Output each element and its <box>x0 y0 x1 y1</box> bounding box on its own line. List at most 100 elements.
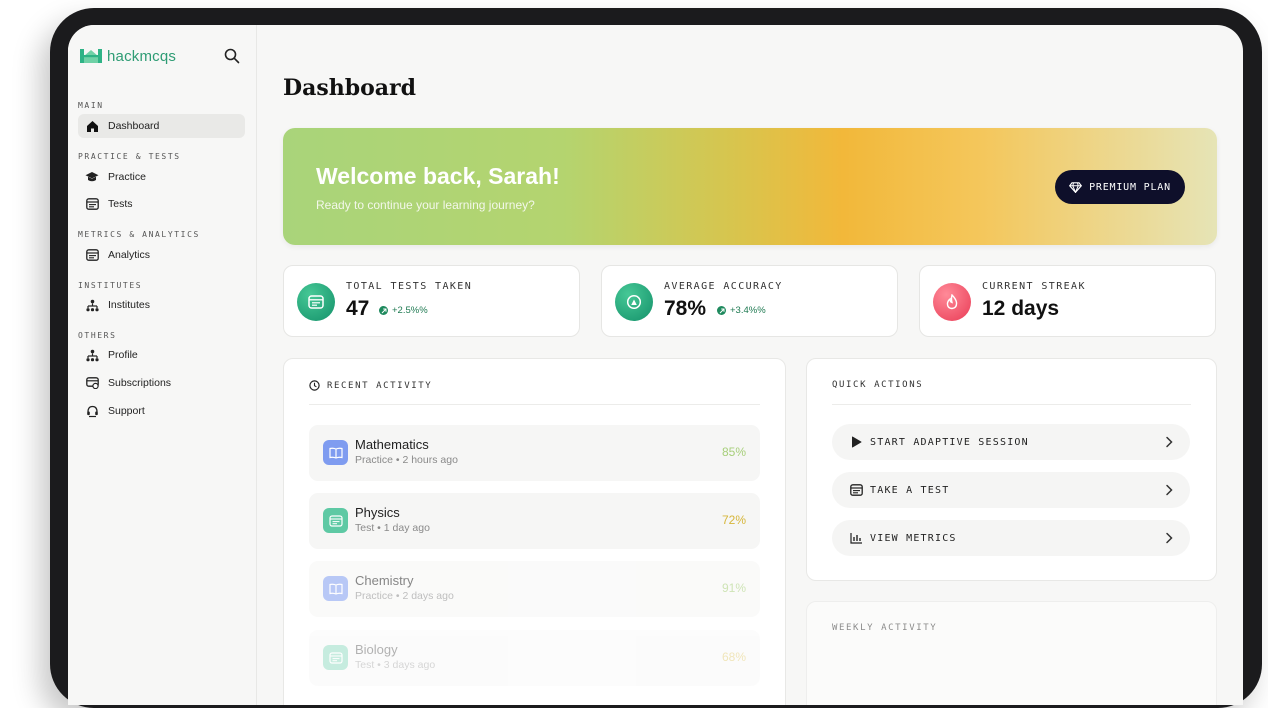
page-title: Dashboard <box>283 75 416 101</box>
activity-row-physics[interactable]: Physics Test • 1 day ago 72% <box>309 493 760 549</box>
book-icon <box>323 440 348 465</box>
activity-meta: Practice • 2 days ago <box>355 590 454 602</box>
nav-section-metrics: METRICS & ANALYTICS <box>78 230 200 239</box>
stat-card-average-accuracy: AVERAGE ACCURACY 78% +3.4%% <box>601 265 898 337</box>
activity-row-chemistry[interactable]: Chemistry Practice • 2 days ago 91% <box>309 561 760 617</box>
welcome-title: Welcome back, Sarah! <box>316 163 560 189</box>
weekly-activity-panel: WEEKLY ACTIVITY <box>806 601 1217 705</box>
stat-value: 78% <box>664 297 707 320</box>
sidebar-item-subscriptions[interactable]: Subscriptions <box>78 371 245 395</box>
quick-action-label: VIEW METRICS <box>870 532 957 544</box>
test-sheet-icon <box>297 283 335 321</box>
sidebar-item-analytics[interactable]: Analytics <box>78 243 245 267</box>
test-sheet-icon <box>849 483 863 497</box>
activity-subject: Chemistry <box>355 573 414 588</box>
recent-activity-panel: RECENT ACTIVITY Mathematics Practice • 2… <box>283 358 786 705</box>
activity-subject: Mathematics <box>355 437 429 452</box>
chevron-right-icon <box>1166 484 1173 496</box>
flame-icon <box>933 283 971 321</box>
take-a-test-button[interactable]: TAKE A TEST <box>832 472 1190 508</box>
sidebar-item-label: Tests <box>108 198 133 210</box>
brand-name: hackmcqs <box>107 47 177 65</box>
stat-label: CURRENT STREAK <box>982 281 1086 292</box>
analytics-icon <box>85 248 99 262</box>
sidebar-item-label: Dashboard <box>108 120 160 132</box>
chevron-right-icon <box>1166 436 1173 448</box>
stat-delta: +2.5%% <box>379 305 428 316</box>
app-screen: hackmcqs MAIN Dashboard PRACTICE & TESTS… <box>68 25 1243 705</box>
subscriptions-icon <box>85 376 99 390</box>
activity-score: 85% <box>721 445 746 459</box>
sidebar-item-label: Institutes <box>108 299 151 311</box>
activity-row-biology[interactable]: Biology Test • 3 days ago 68% <box>309 630 760 686</box>
trend-up-icon <box>379 306 388 315</box>
book-icon <box>323 576 348 601</box>
bar-chart-icon <box>849 531 863 545</box>
welcome-banner: Welcome back, Sarah! Ready to continue y… <box>283 128 1217 245</box>
stat-label: TOTAL TESTS TAKEN <box>346 281 473 292</box>
stat-value: 12 days <box>982 297 1060 320</box>
brand[interactable]: hackmcqs <box>80 45 176 67</box>
quick-actions-title: QUICK ACTIONS <box>832 380 924 390</box>
nav-section-main: MAIN <box>78 101 104 110</box>
nav-section-practice: PRACTICE & TESTS <box>78 152 181 161</box>
activity-row-mathematics[interactable]: Mathematics Practice • 2 hours ago 85% <box>309 425 760 481</box>
divider <box>832 404 1191 405</box>
diamond-icon <box>1069 181 1083 193</box>
main-content: Dashboard Welcome back, Sarah! Ready to … <box>258 25 1243 705</box>
quick-action-label: START ADAPTIVE SESSION <box>870 436 1029 448</box>
home-icon <box>85 119 99 133</box>
sidebar-item-label: Analytics <box>108 249 151 261</box>
premium-plan-label: PREMIUM PLAN <box>1089 181 1171 193</box>
gauge-icon <box>615 283 653 321</box>
chevron-right-icon <box>1166 532 1173 544</box>
welcome-subtitle: Ready to continue your learning journey? <box>316 198 535 212</box>
stat-value: 47 <box>346 297 370 320</box>
recent-activity-title: RECENT ACTIVITY <box>327 380 433 391</box>
play-icon <box>849 435 863 449</box>
trend-up-icon <box>717 306 726 315</box>
sidebar-item-support[interactable]: Support <box>78 399 245 423</box>
sidebar-item-label: Subscriptions <box>108 377 172 389</box>
stat-card-total-tests: TOTAL TESTS TAKEN 47 +2.5%% <box>283 265 580 337</box>
sidebar-item-tests[interactable]: Tests <box>78 192 245 216</box>
sidebar: hackmcqs MAIN Dashboard PRACTICE & TESTS… <box>68 25 257 705</box>
activity-meta: Practice • 2 hours ago <box>355 454 458 466</box>
stat-card-current-streak: CURRENT STREAK 12 days <box>919 265 1216 337</box>
divider <box>309 404 760 405</box>
sidebar-item-label: Profile <box>108 349 138 361</box>
sidebar-item-dashboard[interactable]: Dashboard <box>78 114 245 138</box>
start-adaptive-session-button[interactable]: START ADAPTIVE SESSION <box>832 424 1190 460</box>
profile-icon <box>85 348 99 362</box>
activity-score: 68% <box>721 650 746 664</box>
stat-delta-value: +2.5%% <box>392 305 428 316</box>
sidebar-item-profile[interactable]: Profile <box>78 343 245 367</box>
activity-subject: Biology <box>355 642 398 657</box>
sidebar-item-label: Practice <box>108 171 146 183</box>
quick-actions-panel: QUICK ACTIONS START ADAPTIVE SESSION TAK… <box>806 358 1217 581</box>
stat-delta-value: +3.4%% <box>730 305 766 316</box>
clock-icon <box>309 380 320 391</box>
nav-section-institutes: INSTITUTES <box>78 281 143 290</box>
view-metrics-button[interactable]: VIEW METRICS <box>832 520 1190 556</box>
sidebar-item-institutes[interactable]: Institutes <box>78 293 245 317</box>
activity-meta: Test • 1 day ago <box>355 522 430 534</box>
institute-icon <box>85 298 99 312</box>
logo-icon <box>80 49 102 63</box>
premium-plan-button[interactable]: PREMIUM PLAN <box>1055 170 1185 204</box>
test-sheet-icon <box>85 197 99 211</box>
stat-delta: +3.4%% <box>717 305 766 316</box>
recent-activity-heading: RECENT ACTIVITY <box>309 380 432 391</box>
weekly-activity-title: WEEKLY ACTIVITY <box>832 623 938 633</box>
sidebar-item-practice[interactable]: Practice <box>78 165 245 189</box>
search-icon[interactable] <box>223 47 241 65</box>
quick-action-label: TAKE A TEST <box>870 484 950 496</box>
test-sheet-icon <box>323 645 348 670</box>
activity-score: 91% <box>721 581 746 595</box>
activity-meta: Test • 3 days ago <box>355 659 436 671</box>
stat-label: AVERAGE ACCURACY <box>664 281 783 292</box>
support-icon <box>85 404 99 418</box>
activity-subject: Physics <box>355 505 400 520</box>
graduation-cap-icon <box>85 170 99 184</box>
activity-score: 72% <box>721 513 746 527</box>
